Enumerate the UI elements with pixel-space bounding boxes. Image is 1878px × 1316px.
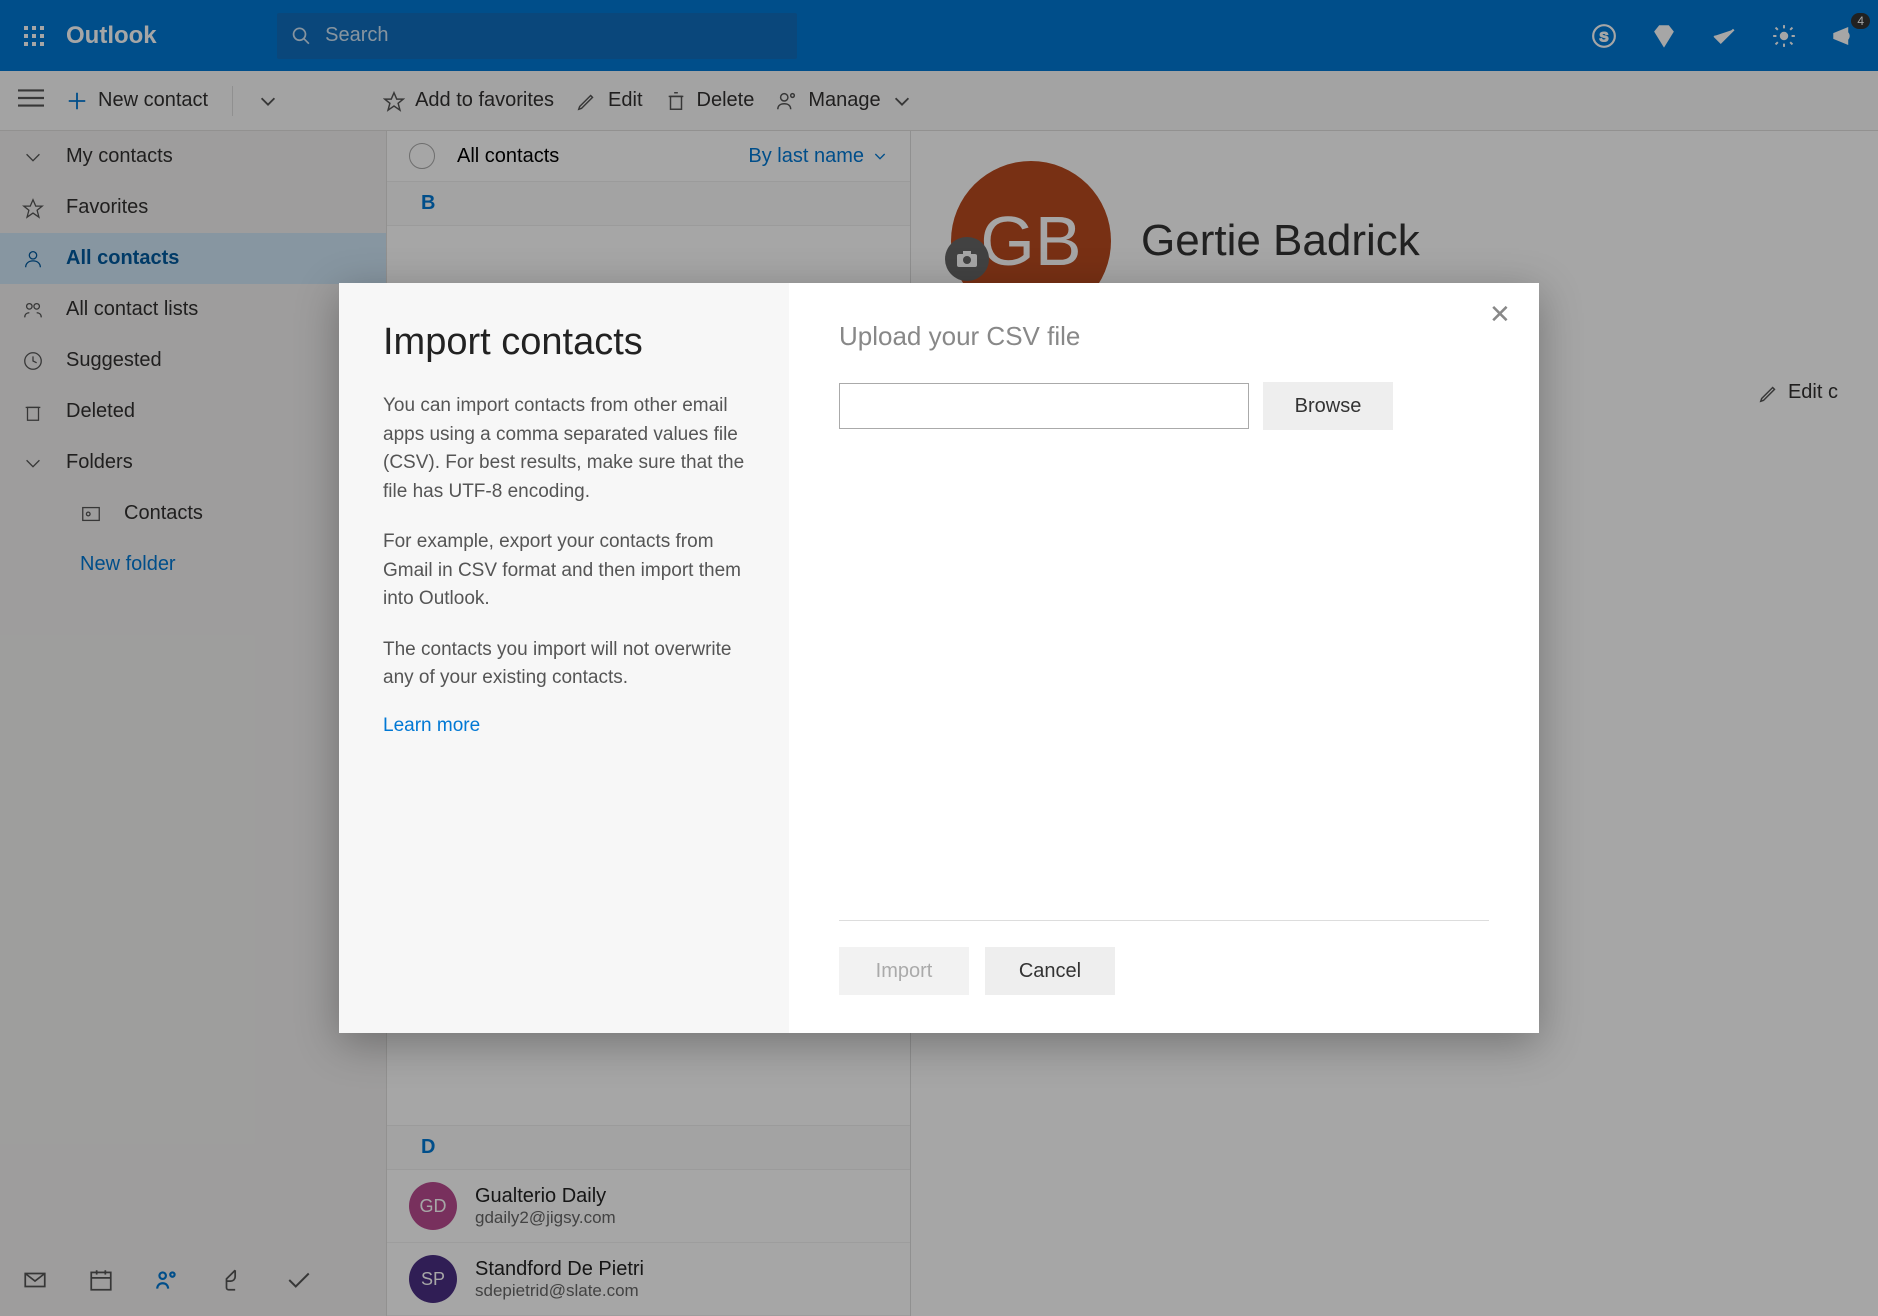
cancel-button[interactable]: Cancel [985, 947, 1115, 995]
browse-button[interactable]: Browse [1263, 382, 1393, 430]
close-icon[interactable]: ✕ [1489, 301, 1517, 329]
csv-path-input[interactable] [839, 383, 1249, 429]
upload-heading: Upload your CSV file [839, 321, 1489, 352]
modal-paragraph: For example, export your contacts from G… [383, 528, 745, 614]
modal-title: Import contacts [383, 321, 745, 364]
modal-paragraph: You can import contacts from other email… [383, 392, 745, 506]
learn-more-link[interactable]: Learn more [383, 715, 480, 736]
import-button[interactable]: Import [839, 947, 969, 995]
modal-paragraph: The contacts you import will not overwri… [383, 636, 745, 693]
modal-overlay: Import contacts You can import contacts … [0, 0, 1878, 1316]
import-contacts-modal: Import contacts You can import contacts … [339, 283, 1539, 1033]
